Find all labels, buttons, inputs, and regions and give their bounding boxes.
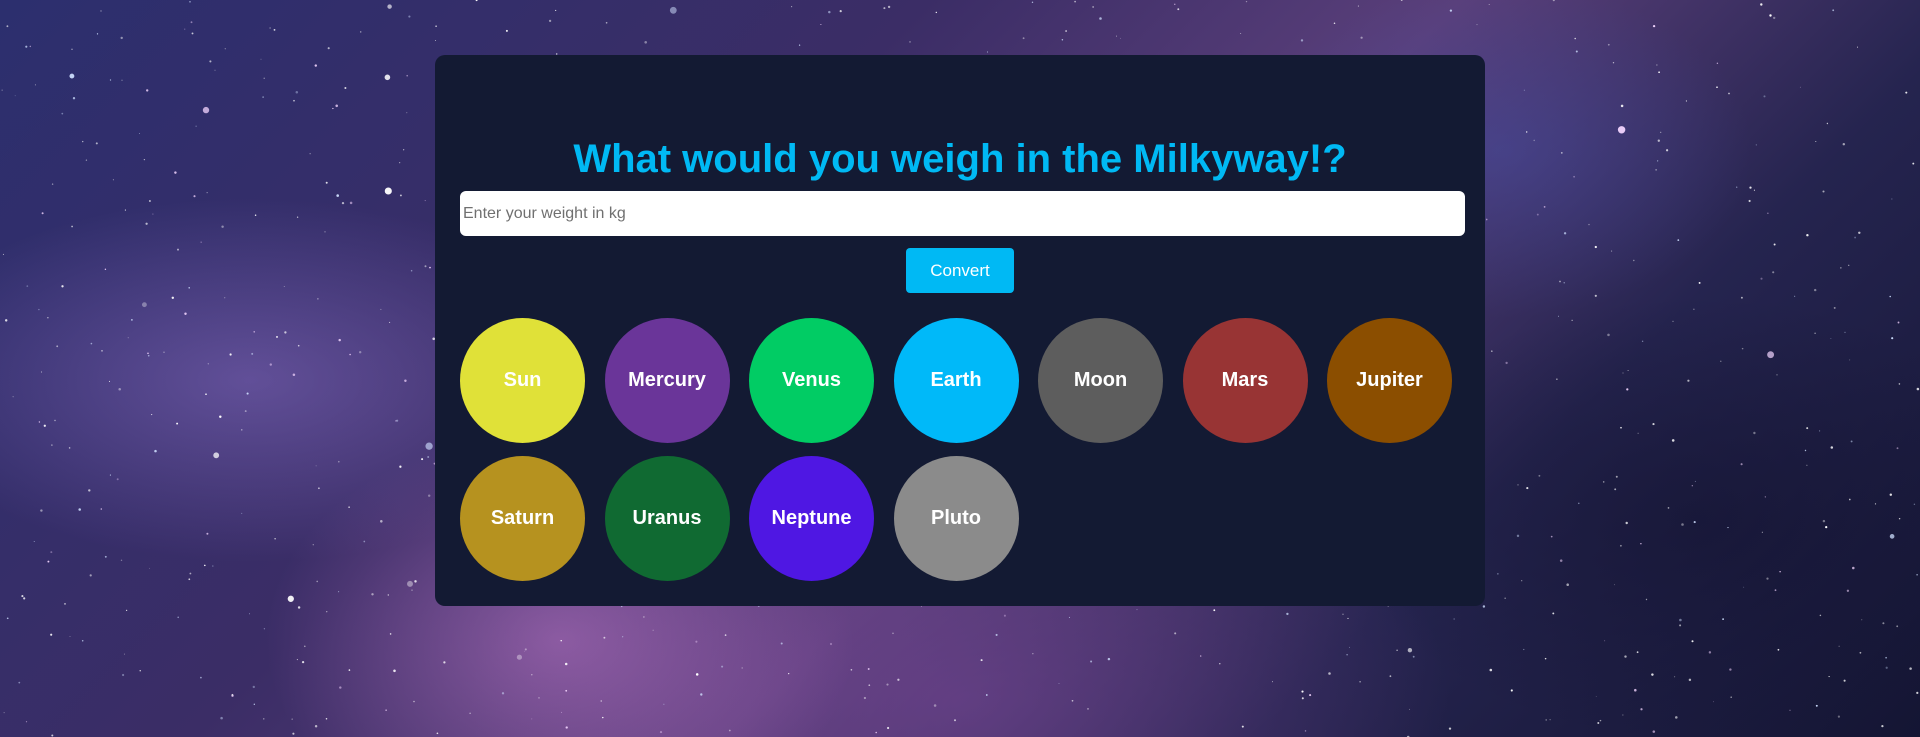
- planet-venus-button[interactable]: Venus: [749, 318, 874, 443]
- planet-neptune-button[interactable]: Neptune: [749, 456, 874, 581]
- convert-button[interactable]: Convert: [906, 248, 1014, 293]
- planet-saturn-button[interactable]: Saturn: [460, 456, 585, 581]
- planet-mars-button[interactable]: Mars: [1182, 318, 1308, 443]
- weight-input[interactable]: [460, 191, 1465, 236]
- planet-earth-button[interactable]: Earth: [893, 318, 1019, 443]
- planet-moon-button[interactable]: Moon: [1038, 318, 1163, 443]
- planet-mercury-button[interactable]: Mercury: [604, 318, 730, 443]
- planet-jupiter-button[interactable]: Jupiter: [1327, 318, 1452, 443]
- planet-uranus-button[interactable]: Uranus: [604, 456, 730, 581]
- planet-pluto-button[interactable]: Pluto: [893, 456, 1019, 581]
- page-title: What would you weigh in the Milkyway!?: [573, 137, 1347, 181]
- weight-calculator-card: What would you weigh in the Milkyway!? C…: [435, 55, 1485, 606]
- planet-sun-button[interactable]: Sun: [460, 318, 585, 443]
